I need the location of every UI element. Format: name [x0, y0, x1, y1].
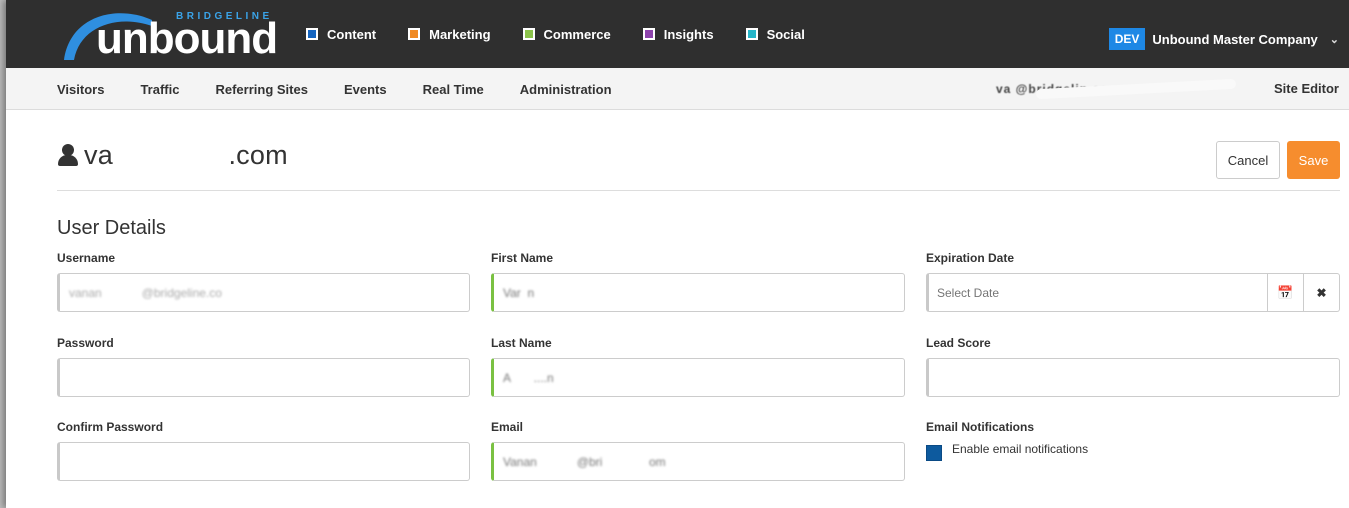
- subnav-visitors[interactable]: Visitors: [57, 82, 104, 97]
- module-nav: Content Marketing Commerce Insights Soci…: [306, 0, 837, 68]
- checkbox-checked-icon[interactable]: [926, 445, 942, 461]
- email-field[interactable]: Vanan @bri om: [491, 442, 905, 481]
- username-value: vanan @bridgeline.co: [69, 285, 222, 300]
- subnav-events[interactable]: Events: [344, 82, 387, 97]
- page-title-suffix: .com: [228, 139, 288, 170]
- marketing-square-icon: [408, 28, 421, 40]
- last-name-value: A ....n: [503, 370, 554, 385]
- section-title: User Details: [57, 217, 166, 239]
- module-social[interactable]: Social: [745, 26, 805, 42]
- username-label: Username: [57, 251, 116, 265]
- logo-wordmark: unbound: [96, 14, 278, 63]
- site-editor-link[interactable]: Site Editor: [1274, 81, 1339, 96]
- enable-notifications-label: Enable email notifications: [952, 442, 1089, 456]
- unbound-logo[interactable]: BRIDGELINE unbound: [56, 6, 286, 63]
- module-label: Marketing: [429, 26, 491, 42]
- confirm-password-field[interactable]: [57, 442, 470, 481]
- subnav-administration[interactable]: Administration: [520, 82, 612, 97]
- social-square-icon: [745, 28, 758, 40]
- insights-square-icon: [642, 28, 655, 40]
- divider: [57, 190, 1340, 191]
- expiration-date-label: Expiration Date: [926, 251, 1015, 265]
- module-content[interactable]: Content: [306, 27, 376, 42]
- expiration-date-input[interactable]: [926, 273, 1268, 312]
- user-icon: [57, 143, 79, 167]
- email-label: Email: [491, 420, 524, 434]
- content-square-icon: [306, 28, 318, 40]
- subnav-traffic[interactable]: Traffic: [140, 82, 179, 97]
- module-marketing[interactable]: Marketing: [408, 26, 491, 42]
- module-label: Content: [327, 26, 377, 42]
- first-name-value: Var n: [503, 285, 535, 300]
- page-title-obscured: [113, 140, 229, 170]
- email-notifications-label: Email Notifications: [926, 420, 1035, 434]
- app-window: BRIDGELINE unbound Content Marketing Com…: [6, 0, 1349, 508]
- module-label: Insights: [663, 26, 714, 42]
- password-field[interactable]: [57, 358, 470, 397]
- last-name-label: Last Name: [491, 336, 552, 350]
- commerce-square-icon: [522, 28, 535, 40]
- first-name-label: First Name: [491, 251, 554, 265]
- calendar-icon[interactable]: 📅: [1268, 273, 1304, 312]
- password-label: Password: [57, 336, 114, 350]
- subnav-items: Visitors Traffic Referring Sites Events …: [57, 68, 648, 110]
- last-name-field[interactable]: A ....n: [491, 358, 905, 397]
- module-insights[interactable]: Insights: [642, 26, 714, 42]
- module-label: Commerce: [543, 26, 611, 42]
- cancel-button[interactable]: Cancel: [1216, 141, 1280, 179]
- first-name-field[interactable]: Var n: [491, 273, 905, 312]
- subnav-referring-sites[interactable]: Referring Sites: [215, 82, 307, 97]
- company-switcher[interactable]: DEV Unbound Master Company ⌄: [1108, 28, 1339, 50]
- environment-badge: DEV: [1108, 28, 1146, 50]
- email-notifications-toggle[interactable]: Enable email notifications: [926, 442, 1089, 461]
- chevron-down-icon: ⌄: [1329, 33, 1339, 46]
- lead-score-label: Lead Score: [926, 336, 991, 350]
- top-bar: BRIDGELINE unbound Content Marketing Com…: [6, 0, 1349, 68]
- module-label: Social: [766, 26, 805, 42]
- company-name: Unbound Master Company: [1152, 31, 1318, 47]
- module-commerce[interactable]: Commerce: [522, 26, 611, 42]
- page-title: va .com: [84, 140, 288, 171]
- sub-nav: Visitors Traffic Referring Sites Events …: [6, 68, 1349, 110]
- page-title-prefix: va: [84, 139, 113, 170]
- save-button[interactable]: Save: [1287, 141, 1340, 179]
- page-header: va .com: [57, 138, 288, 172]
- clear-date-icon[interactable]: ✖: [1304, 273, 1340, 312]
- lead-score-field[interactable]: [926, 358, 1340, 397]
- expiration-date-picker: 📅 ✖: [926, 273, 1340, 312]
- subnav-real-time[interactable]: Real Time: [423, 82, 484, 97]
- confirm-password-label: Confirm Password: [57, 420, 164, 434]
- username-field[interactable]: vanan @bridgeline.co: [57, 273, 470, 312]
- email-value: Vanan @bri om: [503, 454, 666, 469]
